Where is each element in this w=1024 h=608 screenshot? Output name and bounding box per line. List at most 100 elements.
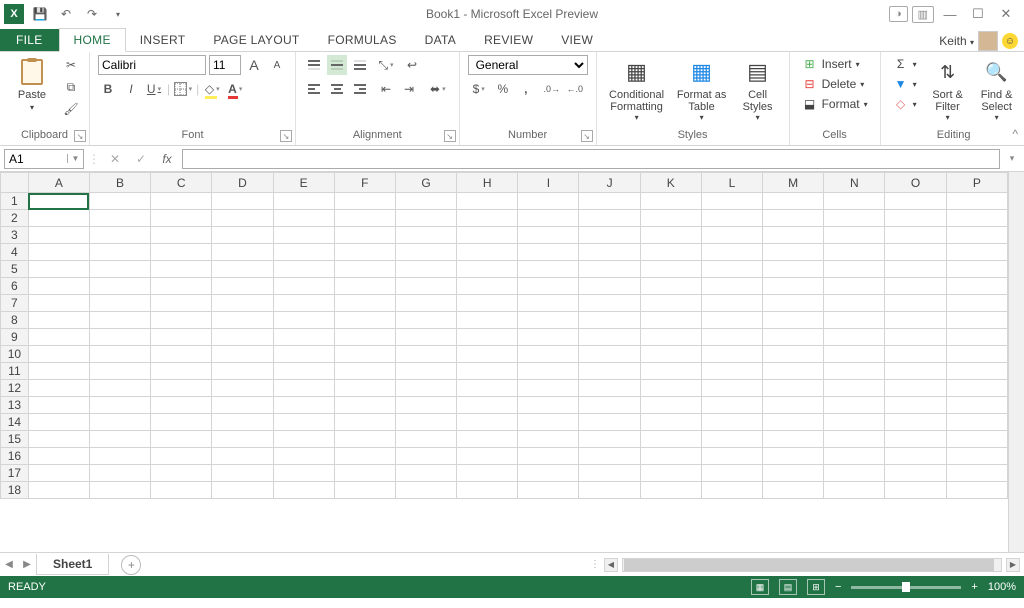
cell[interactable] bbox=[273, 244, 334, 261]
cell[interactable] bbox=[946, 346, 1007, 363]
shrink-font-icon[interactable]: A bbox=[267, 55, 287, 75]
new-sheet-button[interactable]: + bbox=[121, 555, 141, 575]
cell[interactable] bbox=[151, 397, 212, 414]
cell[interactable] bbox=[824, 210, 885, 227]
cell[interactable] bbox=[763, 431, 824, 448]
cell[interactable] bbox=[640, 329, 701, 346]
cell[interactable] bbox=[946, 448, 1007, 465]
cell[interactable] bbox=[334, 193, 395, 210]
cell[interactable] bbox=[28, 295, 89, 312]
cell[interactable] bbox=[151, 448, 212, 465]
cell[interactable] bbox=[824, 448, 885, 465]
cell[interactable] bbox=[763, 363, 824, 380]
cell[interactable] bbox=[640, 346, 701, 363]
cell[interactable] bbox=[273, 465, 334, 482]
cell[interactable] bbox=[273, 431, 334, 448]
align-right-icon[interactable] bbox=[350, 79, 370, 99]
cell[interactable] bbox=[640, 261, 701, 278]
cell[interactable] bbox=[885, 346, 946, 363]
cell[interactable] bbox=[579, 244, 640, 261]
cell[interactable] bbox=[395, 227, 456, 244]
cell[interactable] bbox=[640, 363, 701, 380]
column-header[interactable]: C bbox=[151, 173, 212, 193]
row-header[interactable]: 10 bbox=[1, 346, 29, 363]
cell[interactable] bbox=[457, 312, 518, 329]
cell[interactable] bbox=[273, 261, 334, 278]
cell[interactable] bbox=[946, 210, 1007, 227]
cell[interactable] bbox=[701, 278, 762, 295]
accounting-format-icon[interactable]: $ bbox=[468, 79, 490, 99]
minimize-icon[interactable]: — bbox=[938, 4, 962, 24]
tab-file[interactable]: FILE bbox=[0, 29, 59, 51]
row-header[interactable]: 12 bbox=[1, 380, 29, 397]
cell[interactable] bbox=[763, 261, 824, 278]
cell[interactable] bbox=[640, 380, 701, 397]
cell[interactable] bbox=[579, 193, 640, 210]
cell[interactable] bbox=[518, 227, 579, 244]
tab-insert[interactable]: INSERT bbox=[126, 29, 200, 51]
cell[interactable] bbox=[701, 312, 762, 329]
cell[interactable] bbox=[273, 414, 334, 431]
cell[interactable] bbox=[885, 380, 946, 397]
cell[interactable] bbox=[579, 482, 640, 499]
row-header[interactable]: 13 bbox=[1, 397, 29, 414]
cell[interactable] bbox=[273, 210, 334, 227]
cell[interactable] bbox=[151, 295, 212, 312]
cut-icon[interactable]: ✂ bbox=[61, 55, 81, 75]
insert-function-icon[interactable]: fx bbox=[156, 152, 178, 166]
decrease-decimal-icon[interactable]: ←.0 bbox=[565, 79, 585, 99]
cell[interactable] bbox=[457, 329, 518, 346]
cell[interactable] bbox=[640, 244, 701, 261]
cell[interactable] bbox=[701, 448, 762, 465]
column-header[interactable]: F bbox=[334, 173, 395, 193]
column-header[interactable]: J bbox=[579, 173, 640, 193]
cell[interactable] bbox=[824, 397, 885, 414]
cell[interactable] bbox=[334, 380, 395, 397]
column-header[interactable]: O bbox=[885, 173, 946, 193]
borders-icon[interactable] bbox=[173, 79, 193, 99]
cell[interactable] bbox=[824, 380, 885, 397]
row-header[interactable]: 15 bbox=[1, 431, 29, 448]
cell[interactable] bbox=[946, 363, 1007, 380]
cell[interactable] bbox=[763, 346, 824, 363]
cell[interactable] bbox=[579, 414, 640, 431]
cell[interactable] bbox=[334, 465, 395, 482]
cell[interactable] bbox=[701, 465, 762, 482]
cell[interactable] bbox=[885, 448, 946, 465]
increase-decimal-icon[interactable]: .0→ bbox=[542, 79, 562, 99]
page-layout-view-icon[interactable]: ▤ bbox=[779, 579, 797, 595]
cell[interactable] bbox=[885, 363, 946, 380]
tab-home[interactable]: HOME bbox=[59, 28, 126, 52]
cell[interactable] bbox=[824, 193, 885, 210]
cell[interactable] bbox=[151, 312, 212, 329]
underline-button[interactable]: U bbox=[144, 79, 164, 99]
cell[interactable] bbox=[946, 414, 1007, 431]
delete-cells-button[interactable]: ⊟Delete ▾ bbox=[798, 75, 869, 93]
row-header[interactable]: 14 bbox=[1, 414, 29, 431]
cell[interactable] bbox=[824, 295, 885, 312]
cell[interactable] bbox=[518, 448, 579, 465]
select-all-corner[interactable] bbox=[1, 173, 29, 193]
grow-font-icon[interactable]: A bbox=[244, 55, 264, 75]
cell[interactable] bbox=[89, 227, 150, 244]
cell[interactable] bbox=[763, 193, 824, 210]
row-header[interactable]: 18 bbox=[1, 482, 29, 499]
cell[interactable] bbox=[457, 448, 518, 465]
cell[interactable] bbox=[518, 431, 579, 448]
cell[interactable] bbox=[151, 193, 212, 210]
cell[interactable] bbox=[885, 431, 946, 448]
cell[interactable] bbox=[28, 244, 89, 261]
row-header[interactable]: 16 bbox=[1, 448, 29, 465]
number-format-select[interactable]: General bbox=[468, 55, 588, 75]
autosum-button[interactable]: Σ▾ bbox=[889, 55, 921, 73]
cell[interactable] bbox=[457, 193, 518, 210]
expand-formula-bar-icon[interactable]: ▾ bbox=[1004, 153, 1020, 164]
font-color-icon[interactable]: A bbox=[225, 79, 245, 99]
zoom-slider[interactable] bbox=[851, 586, 961, 589]
column-header[interactable]: M bbox=[763, 173, 824, 193]
cell[interactable] bbox=[946, 465, 1007, 482]
cell[interactable] bbox=[640, 465, 701, 482]
cell[interactable] bbox=[457, 261, 518, 278]
cell[interactable] bbox=[640, 431, 701, 448]
orientation-icon[interactable]: ⤡ bbox=[376, 55, 396, 75]
